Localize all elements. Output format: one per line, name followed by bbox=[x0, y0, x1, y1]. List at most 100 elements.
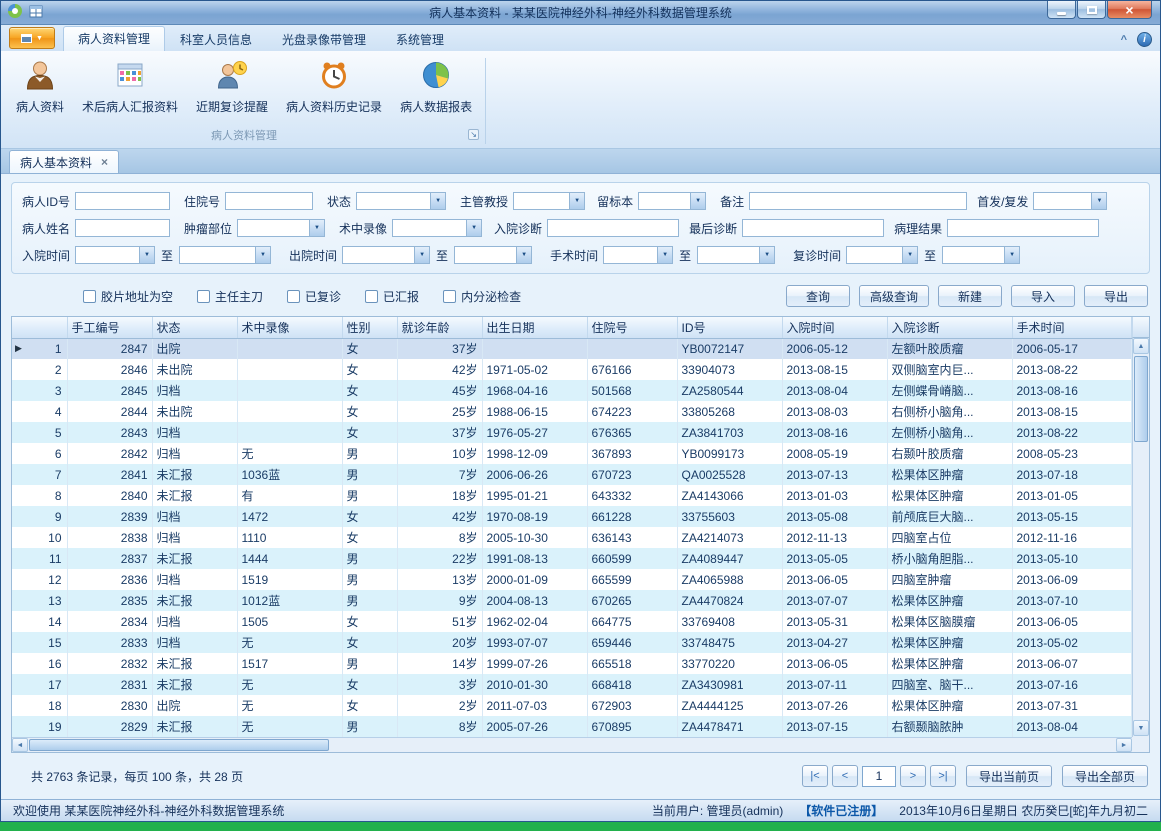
grid-row[interactable]: 132835未汇报1012蓝男9岁2004-08-13670265ZA44708… bbox=[12, 590, 1132, 611]
chevron-down-icon[interactable]: ▼ bbox=[657, 247, 672, 263]
discharge-time-from-combo[interactable]: ▼ bbox=[342, 246, 430, 264]
grid-row[interactable]: 92839归档1472女42岁1970-08-19661228337556032… bbox=[12, 506, 1132, 527]
pathology-result-input[interactable] bbox=[947, 219, 1099, 237]
specimen-combo[interactable]: ▼ bbox=[638, 192, 706, 210]
grid-col-manual-no[interactable]: 手工编号 bbox=[67, 317, 152, 338]
admission-diagnosis-input[interactable] bbox=[547, 219, 679, 237]
endocrine-exam-checkbox[interactable]: 内分泌检查 bbox=[443, 288, 521, 305]
vertical-scroll-thumb[interactable] bbox=[1134, 356, 1148, 442]
grid-col-admission-no[interactable]: 住院号 bbox=[587, 317, 677, 338]
revisit-time-from-combo[interactable]: ▼ bbox=[846, 246, 918, 264]
revisit-reminder-button[interactable]: 近期复诊提醒 bbox=[187, 54, 277, 126]
grid-row[interactable]: 102838归档1110女8岁2005-10-30636143ZA4214073… bbox=[12, 527, 1132, 548]
horizontal-scroll-thumb[interactable] bbox=[29, 739, 329, 751]
admission-time-from-combo[interactable]: ▼ bbox=[75, 246, 155, 264]
next-page-button[interactable]: > bbox=[900, 765, 926, 787]
ribbon-tab-staff-info[interactable]: 科室人员信息 bbox=[165, 28, 267, 51]
surgery-time-to-combo[interactable]: ▼ bbox=[697, 246, 775, 264]
chevron-down-icon[interactable]: ▼ bbox=[466, 220, 481, 236]
dialog-launcher-icon[interactable]: ↘ bbox=[468, 129, 479, 140]
remark-input[interactable] bbox=[749, 192, 967, 210]
surgery-video-combo[interactable]: ▼ bbox=[392, 219, 482, 237]
export-current-page-button[interactable]: 导出当前页 bbox=[966, 765, 1052, 787]
grid-col-surgery-time[interactable]: 手术时间 bbox=[1012, 317, 1132, 338]
history-record-button[interactable]: 病人资料历史记录 bbox=[277, 54, 391, 126]
chevron-down-icon[interactable]: ▼ bbox=[759, 247, 774, 263]
chevron-down-icon[interactable]: ▼ bbox=[414, 247, 429, 263]
chevron-down-icon[interactable]: ▼ bbox=[516, 247, 531, 263]
professor-combo[interactable]: ▼ bbox=[513, 192, 585, 210]
grid-col-age[interactable]: 就诊年龄 bbox=[397, 317, 482, 338]
ribbon-tab-system-management[interactable]: 系统管理 bbox=[381, 28, 459, 51]
admission-time-to-combo[interactable]: ▼ bbox=[179, 246, 271, 264]
grid-col-birthdate[interactable]: 出生日期 bbox=[482, 317, 587, 338]
grid-row[interactable]: 72841未汇报1036蓝男7岁2006-06-26670723QA002552… bbox=[12, 464, 1132, 485]
new-button[interactable]: 新建 bbox=[938, 285, 1002, 307]
surgery-time-from-combo[interactable]: ▼ bbox=[603, 246, 673, 264]
vertical-scrollbar[interactable]: ▲ ▼ bbox=[1132, 338, 1149, 737]
grid-row[interactable]: 32845归档女45岁1968-04-16501568ZA25805442013… bbox=[12, 380, 1132, 401]
film-address-empty-checkbox[interactable]: 胶片地址为空 bbox=[83, 288, 173, 305]
import-button[interactable]: 导入 bbox=[1011, 285, 1075, 307]
grid-row[interactable]: 172831未汇报无女3岁2010-01-30668418ZA343098120… bbox=[12, 674, 1132, 695]
advanced-query-button[interactable]: 高级查询 bbox=[859, 285, 929, 307]
chevron-down-icon[interactable]: ▼ bbox=[690, 193, 705, 209]
grid-col-id[interactable]: ID号 bbox=[677, 317, 782, 338]
chevron-down-icon[interactable]: ▼ bbox=[255, 247, 270, 263]
grid-col-admission-time[interactable]: 入院时间 bbox=[782, 317, 887, 338]
grid-row[interactable]: ▶12847出院女37岁YB00721472006-05-12左额叶胶质瘤200… bbox=[12, 338, 1132, 359]
close-button[interactable]: × bbox=[1107, 1, 1152, 19]
grid-row[interactable]: 52843归档女37岁1976-05-27676365ZA38417032013… bbox=[12, 422, 1132, 443]
grid-col-gender[interactable]: 性别 bbox=[342, 317, 397, 338]
horizontal-scrollbar[interactable]: ◄ ► bbox=[12, 737, 1132, 752]
scroll-left-icon[interactable]: ◄ bbox=[12, 738, 28, 752]
grid-col-status[interactable]: 状态 bbox=[152, 317, 237, 338]
revisited-checkbox[interactable]: 已复诊 bbox=[287, 288, 341, 305]
grid-row[interactable]: 22846未出院女42岁1971-05-02676166339040732013… bbox=[12, 359, 1132, 380]
reported-checkbox[interactable]: 已汇报 bbox=[365, 288, 419, 305]
chevron-down-icon[interactable]: ▼ bbox=[569, 193, 584, 209]
chevron-down-icon[interactable]: ▼ bbox=[1091, 193, 1106, 209]
export-button[interactable]: 导出 bbox=[1084, 285, 1148, 307]
patient-data-button[interactable]: 病人资料 bbox=[7, 54, 73, 126]
status-combo[interactable]: ▼ bbox=[356, 192, 446, 210]
tab-close-icon[interactable]: × bbox=[101, 156, 108, 168]
document-tab-patient-basic-data[interactable]: 病人基本资料 × bbox=[9, 150, 119, 173]
grid-row[interactable]: 142834归档1505女51岁1962-02-0466477533769408… bbox=[12, 611, 1132, 632]
chevron-down-icon[interactable]: ▼ bbox=[1004, 247, 1019, 263]
ribbon-collapse-icon[interactable]: ^ bbox=[1121, 34, 1127, 46]
grid-row[interactable]: 122836归档1519男13岁2000-01-09665599ZA406598… bbox=[12, 569, 1132, 590]
grid-col-admission-diagnosis[interactable]: 入院诊断 bbox=[887, 317, 1012, 338]
chief-surgeon-checkbox[interactable]: 主任主刀 bbox=[197, 288, 263, 305]
patient-id-input[interactable] bbox=[75, 192, 170, 210]
ribbon-tab-patient-management[interactable]: 病人资料管理 bbox=[63, 26, 165, 51]
grid-row[interactable]: 62842归档无男10岁1998-12-09367893YB0099173200… bbox=[12, 443, 1132, 464]
grid-row[interactable]: 112837未汇报1444男22岁1991-08-13660599ZA40894… bbox=[12, 548, 1132, 569]
prev-page-button[interactable]: < bbox=[832, 765, 858, 787]
last-page-button[interactable]: >| bbox=[930, 765, 956, 787]
minimize-button[interactable] bbox=[1047, 1, 1076, 19]
application-menu-button[interactable]: ▼ bbox=[9, 27, 55, 49]
grid-row[interactable]: 192829未汇报无男8岁2005-07-26670895ZA447847120… bbox=[12, 716, 1132, 737]
page-number-input[interactable] bbox=[862, 766, 896, 787]
scroll-right-icon[interactable]: ► bbox=[1116, 738, 1132, 752]
info-icon[interactable]: i bbox=[1137, 32, 1152, 47]
tumor-site-combo[interactable]: ▼ bbox=[237, 219, 325, 237]
export-all-pages-button[interactable]: 导出全部页 bbox=[1062, 765, 1148, 787]
chevron-down-icon[interactable]: ▼ bbox=[309, 220, 324, 236]
grid-row[interactable]: 152833归档无女20岁1993-07-0765944633748475201… bbox=[12, 632, 1132, 653]
grid-row[interactable]: 82840未汇报有男18岁1995-01-21643332ZA414306620… bbox=[12, 485, 1132, 506]
admission-no-input[interactable] bbox=[225, 192, 313, 210]
first-relapse-combo[interactable]: ▼ bbox=[1033, 192, 1107, 210]
data-report-button[interactable]: 病人数据报表 bbox=[391, 54, 481, 126]
quick-access-icon[interactable] bbox=[29, 5, 43, 21]
chevron-down-icon[interactable]: ▼ bbox=[902, 247, 917, 263]
grid-row[interactable]: 182830出院无女2岁2011-07-03672903ZA4444125201… bbox=[12, 695, 1132, 716]
revisit-time-to-combo[interactable]: ▼ bbox=[942, 246, 1020, 264]
maximize-button[interactable] bbox=[1077, 1, 1106, 19]
grid-row[interactable]: 42844未出院女25岁1988-06-15674223338052682013… bbox=[12, 401, 1132, 422]
chevron-down-icon[interactable]: ▼ bbox=[430, 193, 445, 209]
grid-row[interactable]: 162832未汇报1517男14岁1999-07-266655183377022… bbox=[12, 653, 1132, 674]
ribbon-tab-disc-management[interactable]: 光盘录像带管理 bbox=[267, 28, 381, 51]
grid-col-surgery-video[interactable]: 术中录像 bbox=[237, 317, 342, 338]
